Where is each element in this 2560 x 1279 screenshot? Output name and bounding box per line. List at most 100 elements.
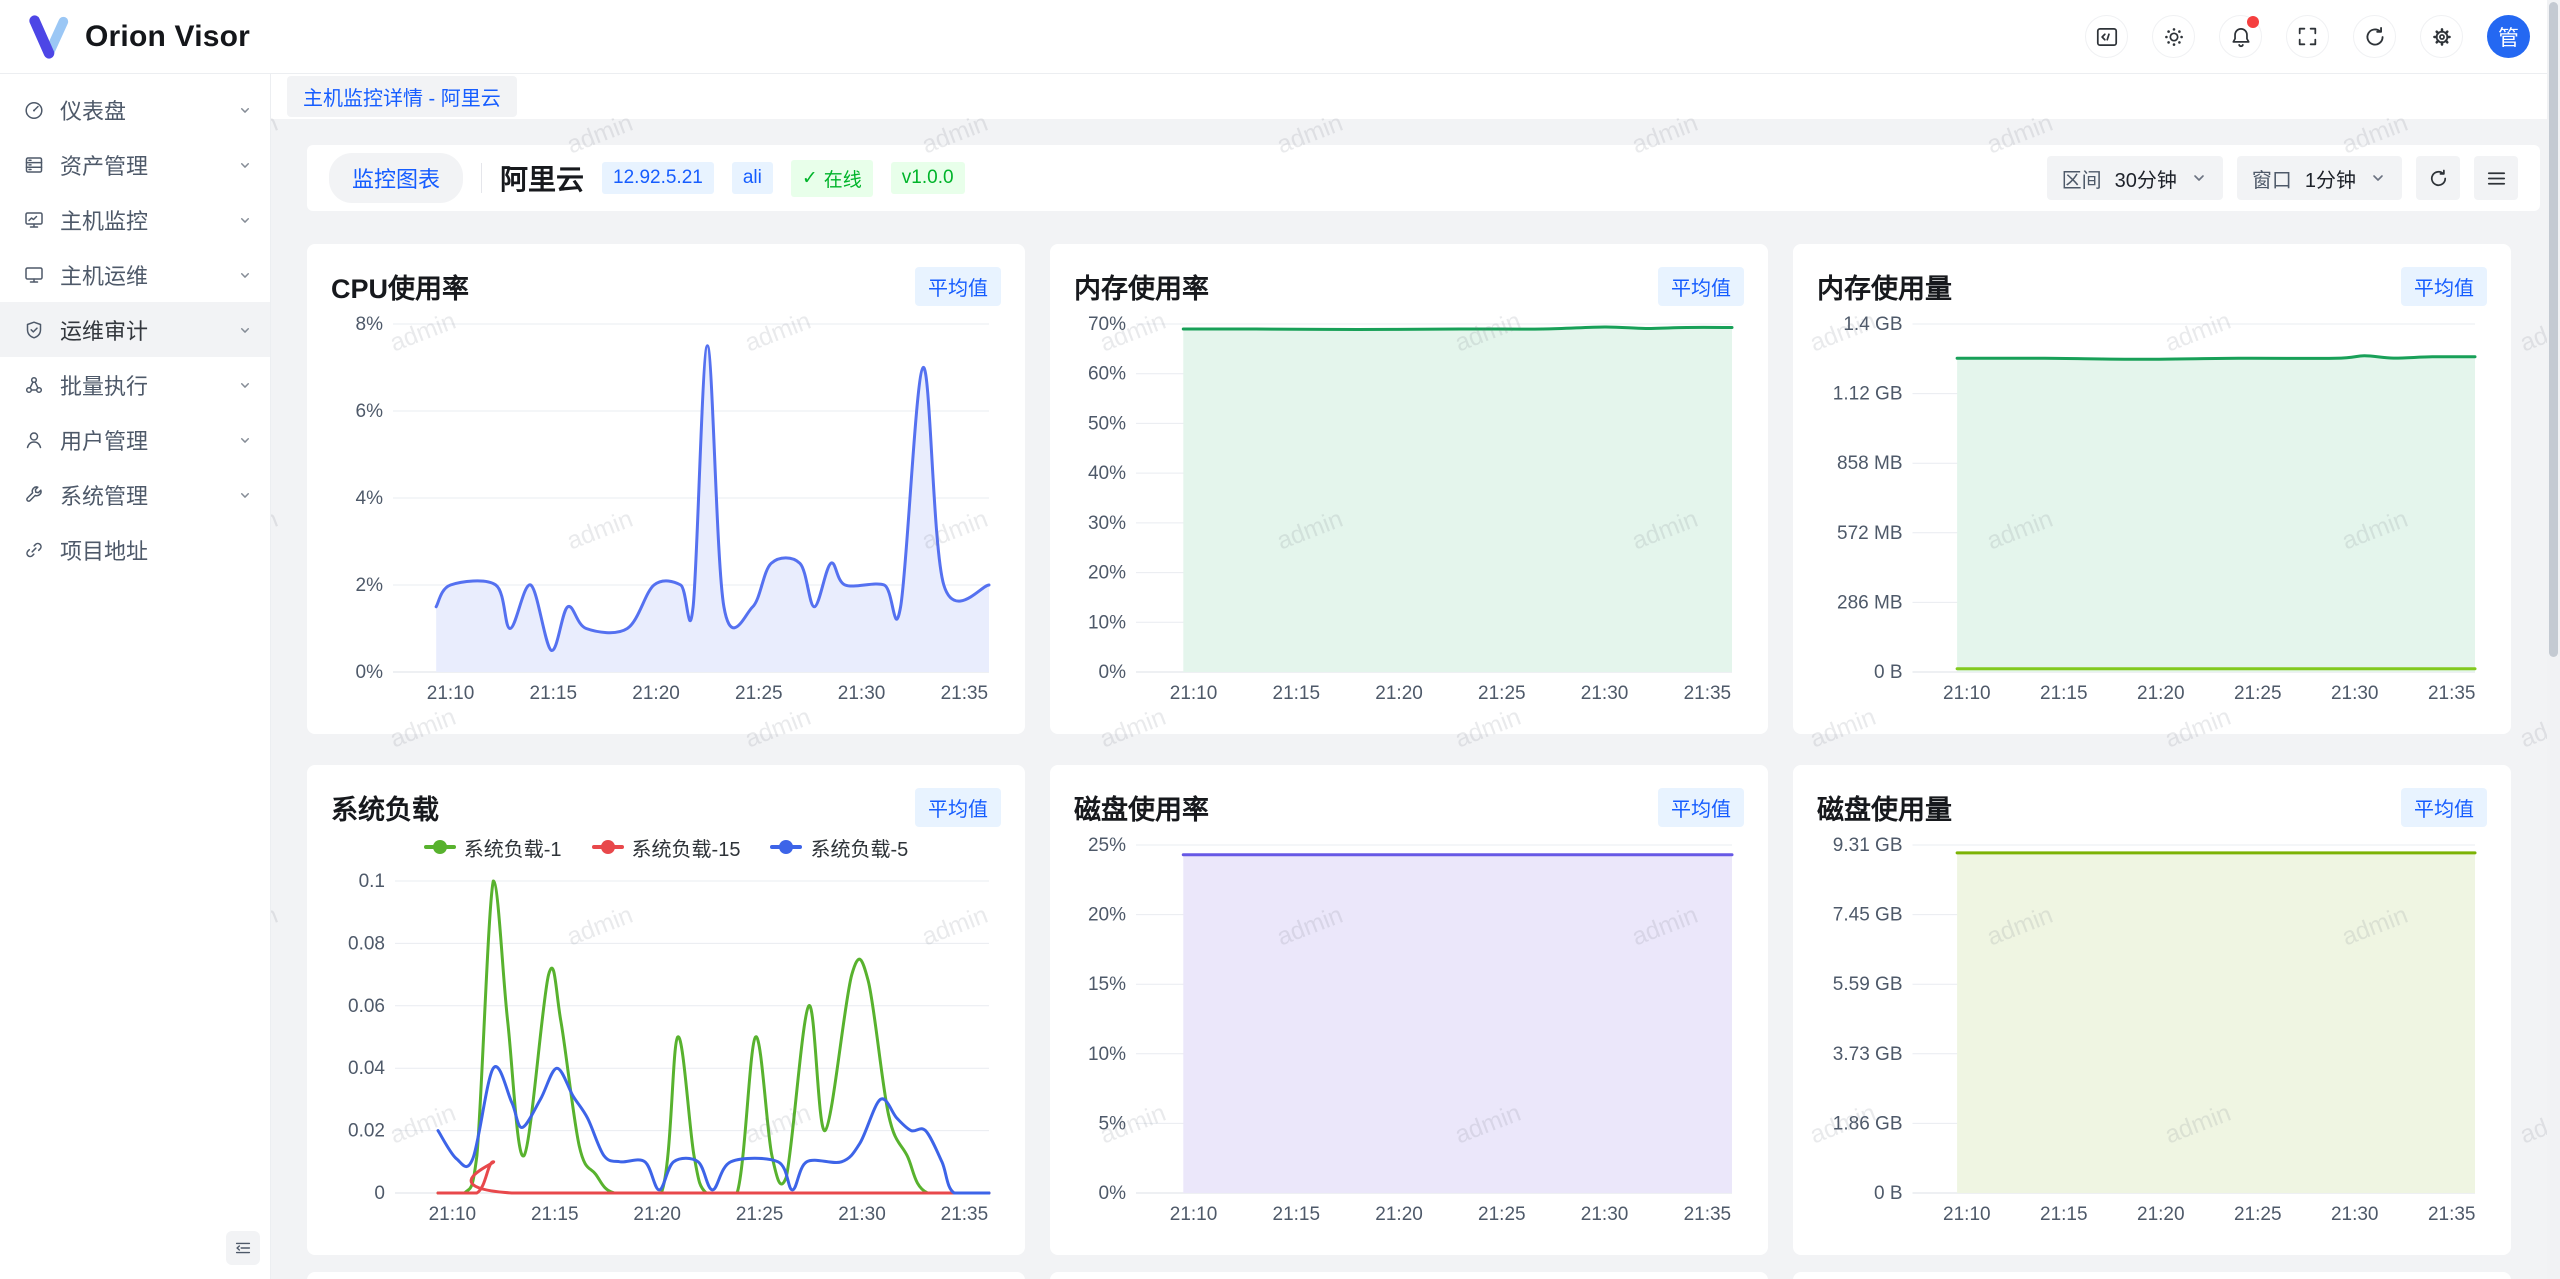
svg-text:0 B: 0 B: [1874, 662, 1903, 683]
svg-text:20%: 20%: [1088, 905, 1126, 926]
svg-text:10%: 10%: [1088, 1044, 1126, 1065]
sidebar-item-label: 系统管理: [60, 479, 221, 511]
svg-text:21:25: 21:25: [1478, 683, 1526, 704]
app-title: Orion Visor: [85, 20, 250, 54]
card-title: CPU使用率: [331, 267, 469, 306]
notification-badge-dot: [2247, 16, 2259, 28]
code-window-button[interactable]: [2085, 15, 2128, 58]
refresh-page-button[interactable]: [2353, 15, 2396, 58]
memory-usage-rate-chart: 0%10%20%30%40%50%60%70%21:1021:1521:2021…: [1074, 310, 1744, 713]
partial-card: [1050, 1272, 1768, 1279]
chart-card-memory-usage-rate: 内存使用率 平均值 0%10%20%30%40%50%60%70%21:1021…: [1050, 244, 1768, 734]
disk-usage-amount-svg: 0 B1.86 GB3.73 GB5.59 GB7.45 GB9.31 GB21…: [1817, 831, 2487, 1229]
app-header: Orion Visor: [0, 0, 2560, 74]
svg-text:21:15: 21:15: [531, 1204, 579, 1225]
monitor-chart-tab-button[interactable]: 监控图表: [329, 153, 463, 203]
svg-text:0.08: 0.08: [348, 933, 385, 954]
chart-menu-button[interactable]: [2474, 156, 2518, 200]
svg-text:21:25: 21:25: [735, 683, 783, 704]
app-body: 仪表盘 资产管理 主机监控 主机运维: [0, 74, 2560, 1279]
card-title: 内存使用率: [1074, 267, 1209, 306]
host-alias-tag: ali: [732, 162, 773, 194]
svg-text:21:20: 21:20: [1375, 1204, 1423, 1225]
chart-controls: 区间 30分钟 窗口 1分钟: [2047, 156, 2518, 200]
chart-card-system-load: 系统负载 平均值 系统负载-1系统负载-15系统负载-5 00.020.040.…: [307, 765, 1025, 1255]
host-status-tag: ✓ 在线: [791, 160, 873, 197]
svg-text:4%: 4%: [356, 488, 384, 509]
brand: Orion Visor: [26, 14, 250, 60]
sidebar-item-host-ops[interactable]: 主机运维: [0, 247, 270, 302]
batch-exec-icon: [23, 374, 45, 396]
sidebar-collapse-button[interactable]: [226, 1231, 260, 1265]
svg-text:286 MB: 286 MB: [1837, 592, 1902, 613]
fullscreen-icon: [2295, 24, 2320, 49]
sidebar-item-batch-exec[interactable]: 批量执行: [0, 357, 270, 412]
legend-item[interactable]: 系统负载-15: [592, 833, 741, 862]
avg-badge: 平均值: [2401, 267, 2487, 306]
header-actions: 管: [2085, 15, 2530, 58]
card-title: 磁盘使用量: [1817, 788, 1952, 827]
sidebar-item-label: 用户管理: [60, 424, 221, 456]
theme-button[interactable]: [2152, 15, 2195, 58]
svg-text:0.04: 0.04: [348, 1058, 385, 1079]
disk-usage-rate-chart: 0%5%10%15%20%25%21:1021:1521:2021:2521:3…: [1074, 831, 1744, 1234]
sidebar-item-audit[interactable]: 运维审计: [0, 302, 270, 357]
sidebar-item-host-monitor[interactable]: 主机监控: [0, 192, 270, 247]
sidebar: 仪表盘 资产管理 主机监控 主机运维: [0, 74, 271, 1279]
legend-item[interactable]: 系统负载-1: [424, 833, 562, 862]
svg-text:21:10: 21:10: [1170, 683, 1218, 704]
legend-label: 系统负载-5: [810, 833, 908, 862]
legend-label: 系统负载-15: [632, 833, 741, 862]
user-avatar[interactable]: 管: [2487, 15, 2530, 58]
svg-text:21:25: 21:25: [2234, 683, 2282, 704]
refresh-icon: [2362, 24, 2388, 50]
window-select[interactable]: 窗口 1分钟: [2237, 156, 2402, 200]
tab-host-monitor-detail[interactable]: 主机监控详情 - 阿里云: [287, 76, 517, 117]
svg-text:5.59 GB: 5.59 GB: [1833, 974, 1903, 995]
sidebar-item-assets[interactable]: 资产管理: [0, 137, 270, 192]
svg-text:8%: 8%: [356, 314, 384, 335]
sidebar-item-label: 主机监控: [60, 204, 221, 236]
legend-item[interactable]: 系统负载-5: [770, 833, 908, 862]
svg-text:0: 0: [374, 1183, 385, 1204]
sidebar-item-label: 项目地址: [60, 534, 254, 566]
online-status-label: 在线: [824, 165, 862, 192]
sidebar-item-system-mgmt[interactable]: 系统管理: [0, 467, 270, 522]
sidebar-item-dashboard[interactable]: 仪表盘: [0, 82, 270, 137]
host-info: 监控图表 阿里云 12.92.5.21 ali ✓ 在线 v1.0.0: [329, 153, 965, 203]
online-check-icon: ✓: [802, 167, 818, 190]
svg-text:21:30: 21:30: [2331, 683, 2379, 704]
next-row-peek: [307, 1272, 2511, 1279]
svg-text:21:10: 21:10: [427, 683, 475, 704]
svg-text:21:25: 21:25: [736, 1204, 784, 1225]
sidebar-item-label: 仪表盘: [60, 94, 221, 126]
chevron-down-icon: [236, 266, 254, 284]
sidebar-item-project-link[interactable]: 项目地址: [0, 522, 270, 577]
svg-text:5%: 5%: [1099, 1113, 1127, 1134]
svg-text:0.02: 0.02: [348, 1121, 385, 1142]
fullscreen-button[interactable]: [2286, 15, 2329, 58]
interval-select-label: 区间: [2062, 164, 2102, 193]
sidebar-item-user-mgmt[interactable]: 用户管理: [0, 412, 270, 467]
gear-icon: [2429, 24, 2455, 50]
wrench-icon: [23, 484, 45, 506]
svg-text:21:10: 21:10: [1943, 683, 1991, 704]
window-select-label: 窗口: [2252, 164, 2292, 193]
notifications-button[interactable]: [2219, 15, 2262, 58]
sidebar-item-label: 批量执行: [60, 369, 221, 401]
svg-text:21:15: 21:15: [2040, 683, 2088, 704]
scrollbar-thumb[interactable]: [2549, 2, 2558, 657]
svg-text:7.45 GB: 7.45 GB: [1833, 905, 1903, 926]
settings-button[interactable]: [2420, 15, 2463, 58]
host-ops-icon: [23, 264, 45, 286]
svg-text:21:15: 21:15: [2040, 1204, 2088, 1225]
avg-badge: 平均值: [2401, 788, 2487, 827]
svg-text:858 MB: 858 MB: [1837, 453, 1902, 474]
svg-text:21:35: 21:35: [2428, 1204, 2476, 1225]
chevron-down-icon: [236, 211, 254, 229]
dashboard-icon: [23, 99, 45, 121]
refresh-charts-button[interactable]: [2416, 156, 2460, 200]
interval-select[interactable]: 区间 30分钟: [2047, 156, 2223, 200]
menu-icon: [2485, 167, 2508, 190]
code-window-icon: [2094, 24, 2120, 50]
